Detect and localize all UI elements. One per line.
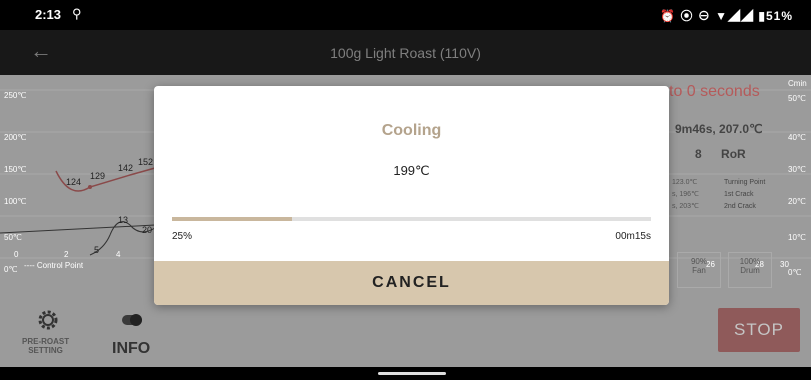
data-label: 5 xyxy=(94,245,100,255)
info-label[interactable]: INFO xyxy=(112,340,150,358)
app-bar: ← 100g Light Roast (110V) xyxy=(0,30,811,75)
data-label: 152 xyxy=(138,157,154,167)
countdown-text: to 0 seconds xyxy=(669,83,760,100)
drum-indicator: 100% Drum xyxy=(728,252,772,288)
x-tick: 0 xyxy=(14,250,19,259)
fan-value: 90% xyxy=(690,257,707,266)
cooling-dialog: Cooling 199℃ 25% 00m15s CANCEL xyxy=(154,86,669,305)
y-tick: 0℃ xyxy=(4,265,18,274)
page-title: 100g Light Roast (110V) xyxy=(330,45,481,61)
roast-summary: 9m46s, 207.0℃ xyxy=(675,122,763,136)
events-labels: Turning Point 1st Crack 2nd Crack xyxy=(724,177,765,213)
gear-icon[interactable] xyxy=(36,308,60,332)
remaining-time: 00m15s xyxy=(615,231,651,242)
summary-ror: RoR xyxy=(721,147,746,161)
progress-bar xyxy=(172,217,651,221)
chart-legend: ---- Control Point xyxy=(24,261,84,270)
y-tick-right: 20℃ xyxy=(788,197,806,206)
turning-point-marker xyxy=(88,185,92,189)
fan-label: Fan xyxy=(692,266,706,275)
info-toggle[interactable] xyxy=(122,314,142,326)
dialog-title: Cooling xyxy=(381,122,442,139)
status-time: 2:13 xyxy=(35,7,62,22)
x-tick: 2 xyxy=(64,250,69,259)
x-tick: 4 xyxy=(116,250,121,259)
data-label: 13 xyxy=(118,215,129,225)
event-label: 1st Crack xyxy=(724,191,754,198)
progress-fill xyxy=(172,217,292,221)
event-value: s, 196℃ xyxy=(672,191,699,198)
home-indicator[interactable] xyxy=(378,372,446,375)
toggle-knob xyxy=(130,314,142,326)
data-label: 129 xyxy=(90,171,106,181)
nav-bar xyxy=(0,367,811,380)
y-tick-right: 40℃ xyxy=(788,133,806,142)
summary-count: 8 xyxy=(695,147,702,161)
summary-row: 8 RoR xyxy=(695,147,746,161)
dialog-temperature: 199℃ xyxy=(393,163,430,178)
pre-roast-label: PRE-ROAST xyxy=(22,337,70,346)
y-tick-right: 10℃ xyxy=(788,233,806,242)
y-tick-right: 0℃ xyxy=(788,268,802,277)
data-label: 20 xyxy=(142,225,153,235)
x-tick: 30 xyxy=(780,260,789,269)
satellite-icon: ⚲ xyxy=(72,6,82,21)
data-label: 124 xyxy=(66,177,82,187)
y-unit-label: Cmin xyxy=(788,79,807,88)
stop-button[interactable]: STOP xyxy=(718,308,800,352)
event-value: s, 203℃ xyxy=(672,203,699,210)
pre-roast-setting-button[interactable]: PRE-ROAST SETTING xyxy=(22,337,69,355)
event-value: 123.0℃ xyxy=(672,179,698,186)
events-values: 123.0℃ s, 196℃ s, 203℃ xyxy=(672,177,699,213)
cancel-button[interactable]: CANCEL xyxy=(154,261,669,305)
y-tick-right: 30℃ xyxy=(788,165,806,174)
status-bar: 2:13 ⚲ ⏰ ⦿ ⊖ ▼◢◢ ▮51% xyxy=(0,0,811,30)
y-tick: 200℃ xyxy=(4,133,27,142)
pre-roast-label: SETTING xyxy=(28,346,63,355)
y-tick: 50℃ xyxy=(4,233,22,242)
y-tick-right: 50℃ xyxy=(788,94,806,103)
y-tick: 150℃ xyxy=(4,165,27,174)
y-tick: 250℃ xyxy=(4,91,27,100)
data-label: 142 xyxy=(118,163,134,173)
event-label: Turning Point xyxy=(724,179,766,186)
fan-indicator: 90% Fan xyxy=(677,252,721,288)
y-tick: 100℃ xyxy=(4,197,27,206)
event-label: 2nd Crack xyxy=(724,203,756,210)
drum-value: 100% xyxy=(739,257,761,266)
drum-label: Drum xyxy=(740,266,760,275)
status-icons: ⏰ ⦿ ⊖ ▼◢◢ ▮51% xyxy=(660,9,793,23)
progress-percent: 25% xyxy=(172,231,193,242)
